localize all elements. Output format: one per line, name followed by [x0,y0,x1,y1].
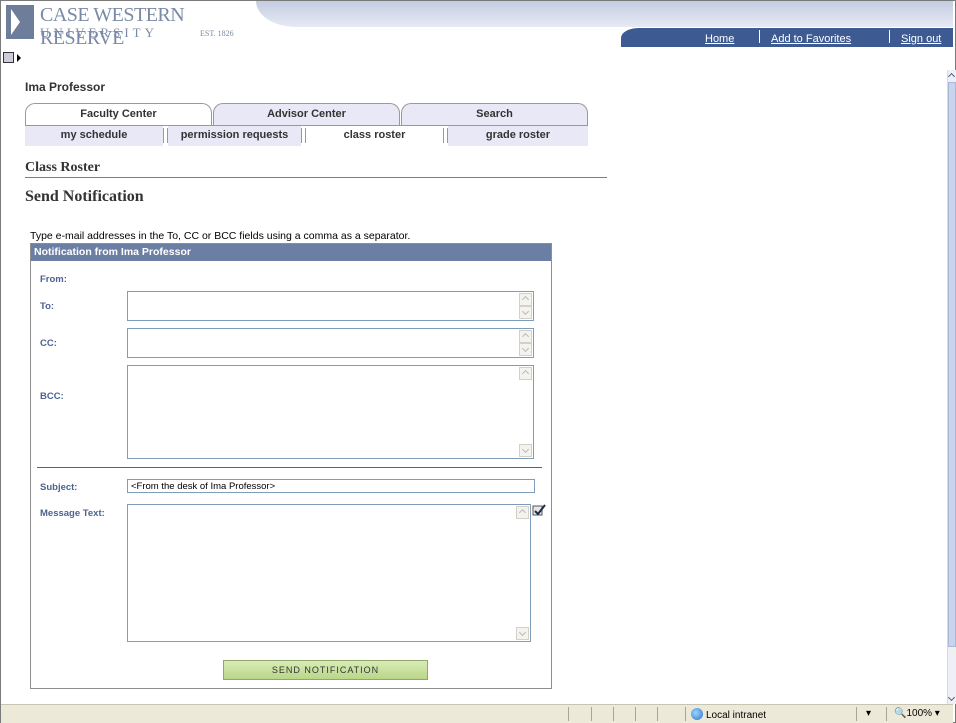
scroll-up-icon[interactable] [516,506,529,519]
tab-search[interactable]: Search [401,103,588,125]
bcc-field[interactable] [127,365,534,459]
status-bar: Local intranet ▾ 🔍100% ▾ [1,704,953,723]
globe-icon [691,708,703,720]
site-header: CASE WESTERN RESERVE UNIVERSITY EST. 182… [1,1,953,49]
bcc-field-scrollbar[interactable] [518,366,533,458]
scroll-up-icon[interactable] [948,70,956,80]
from-label: From: [40,274,67,285]
subtab-grade-roster[interactable]: grade roster [448,126,588,146]
status-cell [685,707,686,721]
to-label: To: [40,301,55,312]
add-to-favorites-link[interactable]: Add to Favorites [771,33,851,45]
header-wave [256,1,953,27]
status-cell [613,707,614,721]
university-logo[interactable]: CASE WESTERN RESERVE UNIVERSITY EST. 182… [6,4,246,49]
scroll-down-icon[interactable] [519,306,532,319]
user-name: Ima Professor [25,80,106,94]
scroll-up-icon[interactable] [519,367,532,380]
zone-label: Local intranet [706,710,767,721]
section-title: Send Notification [25,188,144,205]
page-title: Class Roster [25,160,101,175]
form-divider [37,467,542,468]
message-text-field[interactable] [127,504,531,642]
send-notification-button[interactable]: SEND NOTIFICATION [223,660,428,680]
home-link[interactable]: Home [705,33,734,45]
header-link-separator [889,30,890,43]
to-field-scrollbar[interactable] [518,292,533,320]
subtab-permission-requests[interactable]: permission requests [168,126,301,146]
subtab-class-roster[interactable]: class roster [306,126,443,146]
logo-mark-icon [6,5,34,39]
logo-line2: UNIVERSITY [40,25,158,40]
scroll-up-icon[interactable] [519,293,532,306]
message-text-label: Message Text: [40,508,105,519]
scroll-down-icon[interactable] [519,343,532,356]
tab-faculty-center[interactable]: Faculty Center [25,103,212,126]
scroll-up-icon[interactable] [519,330,532,343]
zoom-value: 100% [906,708,933,719]
page-scrollbar[interactable] [947,70,956,704]
status-cell [886,707,887,721]
status-cell [856,707,857,721]
cc-field-scrollbar[interactable] [518,329,533,357]
header-link-bar: Home Add to Favorites Sign out [621,28,953,47]
menu-toggle-icon[interactable] [3,52,21,63]
cc-label: CC: [40,338,57,349]
subject-input[interactable]: <From the desk of Ima Professor> [127,479,535,493]
tab-advisor-center[interactable]: Advisor Center [213,103,400,125]
bcc-label: BCC: [40,391,64,402]
status-cell [657,707,658,721]
status-cell [591,707,592,721]
logo-est: EST. 1826 [200,29,234,38]
scroll-down-icon[interactable] [948,694,956,704]
notification-form: Notification from Ima Professor From: To… [30,243,552,689]
scroll-thumb[interactable] [948,82,956,647]
scroll-down-icon[interactable] [519,444,532,457]
to-field[interactable] [127,291,534,321]
form-header: Notification from Ima Professor [31,244,551,261]
security-zone[interactable]: Local intranet [691,708,766,721]
zoom-level[interactable]: 🔍100% ▾ [894,708,940,719]
subtab-my-schedule[interactable]: my schedule [25,126,163,146]
status-cell [568,707,569,721]
scroll-down-icon[interactable] [516,627,529,640]
lock-icon[interactable]: ▾ [866,708,871,719]
title-divider [25,177,607,178]
spell-check-icon[interactable] [532,503,546,517]
subject-label: Subject: [40,482,78,493]
instructions-text: Type e-mail addresses in the To, CC or B… [30,230,411,242]
sign-out-link[interactable]: Sign out [901,33,941,45]
message-field-scrollbar[interactable] [515,505,530,641]
cc-field[interactable] [127,328,534,358]
header-link-separator [759,30,760,43]
status-cell [635,707,636,721]
subtab-row: my schedule permission requests class ro… [25,125,588,146]
